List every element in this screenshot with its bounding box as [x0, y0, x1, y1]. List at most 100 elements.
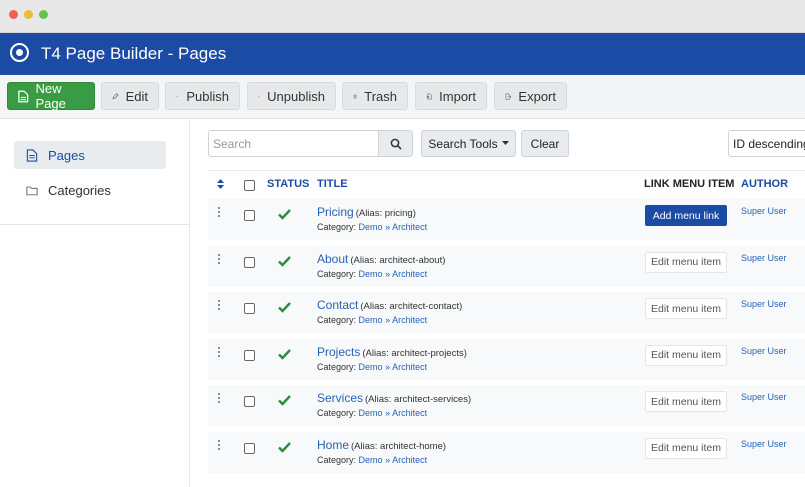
category-parent-link[interactable]: Demo: [359, 408, 383, 418]
ordering-select[interactable]: ID descending: [728, 130, 805, 157]
published-check-icon[interactable]: [278, 208, 291, 220]
drag-handle-icon[interactable]: [218, 393, 221, 404]
page-alias: (Alias: pricing): [355, 208, 416, 219]
page-title-link[interactable]: Services (Alias: architect-services): [317, 391, 471, 405]
minimize-window-button[interactable]: [24, 10, 33, 19]
author-link[interactable]: Super User: [741, 346, 787, 356]
import-button[interactable]: Import: [415, 82, 487, 110]
search-icon: [390, 138, 402, 150]
publish-label: Publish: [186, 88, 229, 104]
search-button[interactable]: [378, 130, 413, 157]
app-header: T4 Page Builder - Pages: [0, 33, 805, 75]
page-category: Category: Demo » Architect: [317, 269, 427, 279]
edit-button[interactable]: Edit: [101, 82, 159, 110]
page-title-link[interactable]: Projects (Alias: architect-projects): [317, 345, 467, 359]
page-alias: (Alias: architect-contact): [360, 301, 463, 312]
sidebar-divider: [0, 224, 190, 225]
maximize-window-button[interactable]: [39, 10, 48, 19]
drag-handle-icon[interactable]: [218, 346, 221, 358]
table-header: STATUS TITLE LINK MENU ITEM AUTHOR: [208, 170, 805, 198]
sort-icon[interactable]: [217, 179, 224, 189]
row-checkbox[interactable]: [244, 396, 255, 407]
category-parent-link[interactable]: Demo: [359, 222, 383, 232]
unpublish-button[interactable]: Unpublish: [247, 82, 336, 110]
drag-handle-icon[interactable]: [218, 300, 221, 311]
page-alias: (Alias: architect-services): [365, 394, 472, 405]
export-button[interactable]: Export: [494, 82, 567, 110]
row-checkbox[interactable]: [244, 349, 255, 361]
page-title-link[interactable]: Pricing (Alias: pricing): [317, 205, 416, 219]
column-title[interactable]: TITLE: [317, 178, 348, 190]
page-category: Category: Demo » Architect: [317, 315, 427, 325]
drag-handle-icon[interactable]: [218, 253, 221, 265]
x-circle-icon: [258, 95, 261, 97]
column-author[interactable]: AUTHOR: [741, 178, 788, 190]
page-title-text: Services: [317, 391, 364, 405]
category-link[interactable]: Architect: [392, 315, 427, 325]
author-link[interactable]: Super User: [741, 392, 787, 402]
edit-menu-item-button[interactable]: Edit menu item: [645, 251, 727, 273]
author-link[interactable]: Super User: [741, 206, 787, 216]
column-link-menu-item: LINK MENU ITEM: [644, 178, 735, 190]
category-link[interactable]: Architect: [392, 455, 427, 465]
page-title-text: About: [317, 251, 349, 266]
category-link[interactable]: Architect: [392, 269, 427, 279]
table-row: Projects (Alias: architect-projects) Categ…: [208, 338, 805, 381]
page-category: Category: Demo » Architect: [317, 408, 427, 418]
search-tools-button[interactable]: Search Tools: [421, 130, 516, 157]
category-link[interactable]: Architect: [392, 408, 427, 418]
author-link[interactable]: Super User: [741, 253, 787, 263]
row-checkbox[interactable]: [244, 303, 255, 314]
edit-menu-item-button[interactable]: Edit menu item: [645, 344, 727, 366]
row-checkbox[interactable]: [244, 442, 255, 454]
category-separator: »: [385, 361, 391, 372]
add-menu-link-button[interactable]: Add menu link: [645, 205, 727, 226]
close-window-button[interactable]: [9, 10, 18, 19]
category-parent-link[interactable]: Demo: [359, 455, 383, 465]
drag-handle-icon[interactable]: [218, 207, 221, 218]
category-separator: »: [385, 315, 391, 325]
edit-menu-item-button[interactable]: Edit menu item: [645, 437, 727, 459]
edit-label: Edit: [125, 88, 148, 104]
search-input[interactable]: Search: [208, 130, 379, 157]
unpublish-label: Unpublish: [267, 88, 325, 104]
sidebar-item-label: Categories: [48, 182, 111, 198]
clear-button[interactable]: Clear: [521, 130, 569, 157]
drag-handle-icon[interactable]: [218, 439, 221, 451]
edit-menu-item-button[interactable]: Edit menu item: [645, 298, 727, 319]
trash-button[interactable]: Trash: [342, 82, 408, 110]
new-page-button[interactable]: New Page: [7, 81, 95, 111]
row-checkbox[interactable]: [244, 256, 255, 268]
category-separator: »: [385, 222, 391, 232]
author-link[interactable]: Super User: [741, 299, 787, 309]
sidebar-item-categories[interactable]: Categories: [14, 176, 166, 204]
sidebar: Pages Categories: [0, 120, 190, 487]
category-parent-link[interactable]: Demo: [359, 315, 383, 325]
category-parent-link[interactable]: Demo: [359, 269, 383, 279]
category-parent-link[interactable]: Demo: [359, 362, 383, 372]
page-title: T4 Page Builder - Pages: [41, 44, 227, 63]
category-link[interactable]: Architect: [392, 362, 427, 372]
select-all-checkbox[interactable]: [244, 180, 255, 191]
category-link[interactable]: Architect: [392, 222, 427, 232]
published-check-icon[interactable]: [278, 394, 291, 406]
published-check-icon[interactable]: [278, 441, 291, 453]
page-alias: (Alias: architect-home): [351, 440, 447, 452]
row-checkbox[interactable]: [244, 210, 255, 221]
page-title-link[interactable]: About (Alias: architect-about): [317, 252, 445, 266]
category-separator: »: [385, 268, 391, 279]
page-title-text: Home: [317, 437, 350, 452]
category-separator: »: [385, 454, 391, 465]
author-link[interactable]: Super User: [741, 439, 787, 449]
page-title-link[interactable]: Contact (Alias: architect-contact): [317, 298, 462, 312]
published-check-icon[interactable]: [278, 255, 291, 267]
column-status[interactable]: STATUS: [267, 178, 309, 190]
edit-menu-item-button[interactable]: Edit menu item: [645, 391, 727, 412]
sidebar-item-pages[interactable]: Pages: [14, 141, 166, 169]
page-category: Category: Demo » Architect: [317, 222, 427, 232]
page-title-link[interactable]: Home (Alias: architect-home): [317, 438, 446, 452]
published-check-icon[interactable]: [278, 348, 291, 360]
publish-button[interactable]: Publish: [165, 82, 240, 110]
published-check-icon[interactable]: [278, 301, 291, 313]
main-content: Search Search Tools Clear ID descending …: [191, 120, 805, 487]
